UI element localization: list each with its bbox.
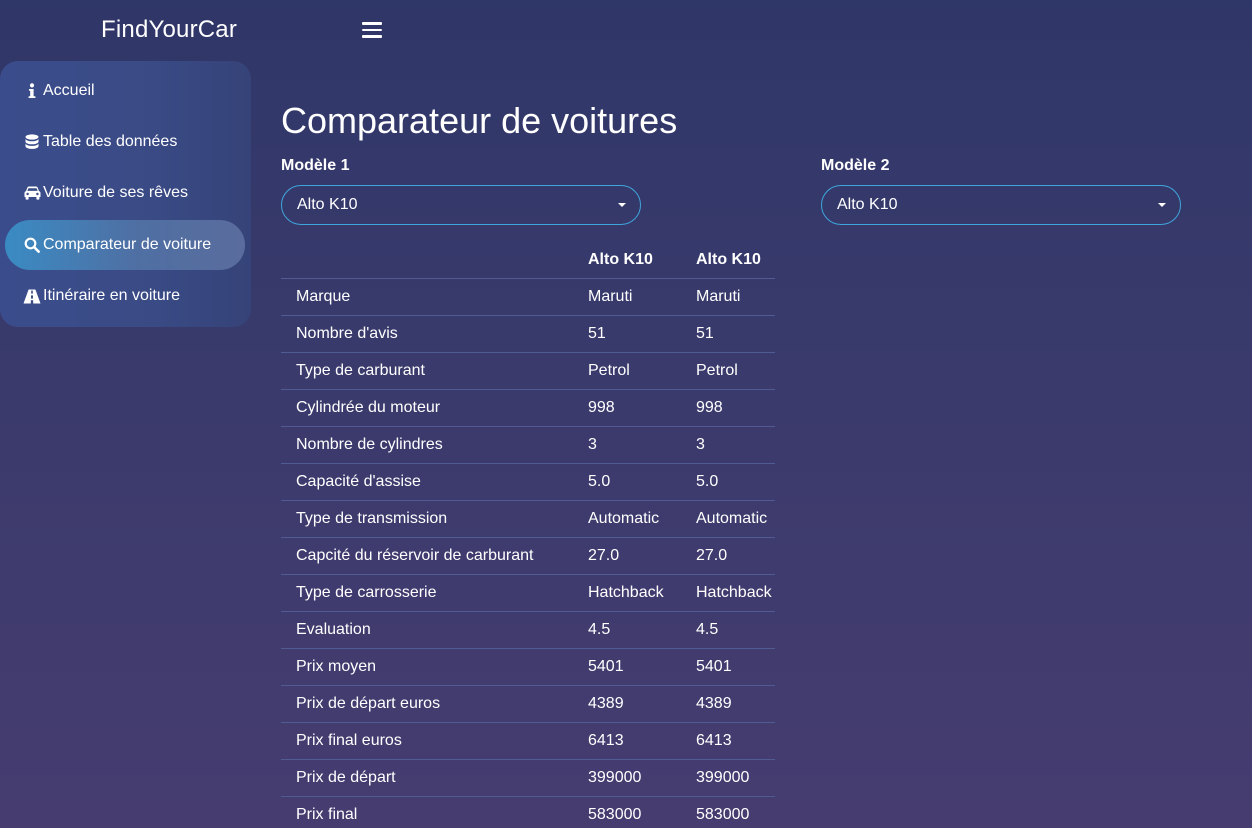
row-value-model-1: 3 xyxy=(588,426,696,464)
database-icon xyxy=(23,133,41,151)
chevron-down-icon xyxy=(618,203,626,207)
row-attribute: Prix final xyxy=(281,796,588,828)
row-value-model-1: Petrol xyxy=(588,352,696,390)
row-attribute: Capcité du réservoir de carburant xyxy=(281,537,588,575)
table-row: Type de carburant Petrol Petrol xyxy=(281,352,775,390)
column-header-model-1: Alto K10 xyxy=(588,242,696,279)
row-value-model-1: Hatchback xyxy=(588,574,696,612)
row-attribute: Cylindrée du moteur xyxy=(281,389,588,427)
top-bar: FindYourCar xyxy=(0,0,1252,60)
table-row: Capcité du réservoir de carburant 27.0 27.… xyxy=(281,537,775,575)
page-title: Comparateur de voitures xyxy=(281,100,678,141)
row-value-model-1: 6413 xyxy=(588,722,696,760)
sidebar-item-itineraire-en-voiture[interactable]: Itinéraire en voiture xyxy=(5,271,245,321)
comparison-table: Alto K10 Alto K10 Marque Maruti Maruti Nom… xyxy=(281,242,775,828)
table-row: Prix de départ euros 4389 4389 xyxy=(281,685,775,723)
row-value-model-1: 5401 xyxy=(588,648,696,686)
table-row: Cylindrée du moteur 998 998 xyxy=(281,389,775,427)
model-1-select-value: Alto K10 xyxy=(297,196,358,213)
row-attribute: Nombre d'avis xyxy=(281,315,588,353)
app-brand[interactable]: FindYourCar xyxy=(101,16,237,44)
row-value-model-2: 583000 xyxy=(696,796,775,828)
row-value-model-2: Petrol xyxy=(696,352,775,390)
row-attribute: Evaluation xyxy=(281,611,588,649)
table-header-row: Alto K10 Alto K10 xyxy=(281,242,775,279)
row-attribute: Type de transmission xyxy=(281,500,588,538)
table-row: Prix moyen 5401 5401 xyxy=(281,648,775,686)
row-value-model-1: 4.5 xyxy=(588,611,696,649)
row-value-model-2: 4.5 xyxy=(696,611,775,649)
row-value-model-1: 399000 xyxy=(588,759,696,797)
row-attribute: Prix de départ euros xyxy=(281,685,588,723)
table-row: Prix de départ 399000 399000 xyxy=(281,759,775,797)
row-value-model-2: 4389 xyxy=(696,685,775,723)
row-value-model-1: 998 xyxy=(588,389,696,427)
row-value-model-2: Maruti xyxy=(696,278,775,316)
table-row: Type de transmission Automatic Automatic xyxy=(281,500,775,538)
row-value-model-2: 51 xyxy=(696,315,775,353)
sidebar-item-label: Table des données xyxy=(43,133,178,150)
row-value-model-2: 5401 xyxy=(696,648,775,686)
row-value-model-2: 399000 xyxy=(696,759,775,797)
model-2-select-value: Alto K10 xyxy=(837,196,898,213)
model-2-label: Modèle 2 xyxy=(821,157,890,174)
sidebar-item-comparateur-de-voiture[interactable]: Comparateur de voiture xyxy=(5,220,245,270)
table-row: Nombre d'avis 51 51 xyxy=(281,315,775,353)
model-1-select[interactable]: Alto K10 xyxy=(281,185,641,225)
sidebar-item-label: Voiture de ses rêves xyxy=(43,184,188,201)
row-value-model-1: 51 xyxy=(588,315,696,353)
menu-toggle-icon[interactable] xyxy=(362,22,382,38)
sidebar-item-table-des-donnees[interactable]: Table des données xyxy=(5,117,245,167)
row-value-model-2: Automatic xyxy=(696,500,775,538)
row-value-model-1: Maruti xyxy=(588,278,696,316)
sidebar-item-accueil[interactable]: Accueil xyxy=(5,66,245,116)
sidebar-item-label: Itinéraire en voiture xyxy=(43,287,180,304)
row-value-model-1: 5.0 xyxy=(588,463,696,501)
row-attribute: Nombre de cylindres xyxy=(281,426,588,464)
table-row: Evaluation 4.5 4.5 xyxy=(281,611,775,649)
row-value-model-2: 998 xyxy=(696,389,775,427)
row-attribute: Prix final euros xyxy=(281,722,588,760)
table-row: Type de carrosserie Hatchback Hatchback xyxy=(281,574,775,612)
sidebar-item-label: Comparateur de voiture xyxy=(43,236,212,253)
table-row: Marque Maruti Maruti xyxy=(281,278,775,316)
car-icon xyxy=(23,184,41,202)
row-value-model-2: 27.0 xyxy=(696,537,775,575)
row-value-model-2: 3 xyxy=(696,426,775,464)
sidebar: Accueil Table des données Voiture de ses… xyxy=(0,61,251,327)
column-header-model-2: Alto K10 xyxy=(696,242,775,279)
model-2-select[interactable]: Alto K10 xyxy=(821,185,1181,225)
row-attribute: Type de carburant xyxy=(281,352,588,390)
row-attribute: Capacité d'assise xyxy=(281,463,588,501)
row-attribute: Prix de départ xyxy=(281,759,588,797)
row-attribute: Prix moyen xyxy=(281,648,588,686)
table-row: Capacité d'assise 5.0 5.0 xyxy=(281,463,775,501)
search-icon xyxy=(23,236,41,254)
road-icon xyxy=(23,287,41,305)
table-row: Prix final euros 6413 6413 xyxy=(281,722,775,760)
row-value-model-1: 27.0 xyxy=(588,537,696,575)
sidebar-item-label: Accueil xyxy=(43,82,95,99)
row-value-model-1: Automatic xyxy=(588,500,696,538)
sidebar-item-voiture-de-ses-reves[interactable]: Voiture de ses rêves xyxy=(5,168,245,218)
row-value-model-1: 4389 xyxy=(588,685,696,723)
model-1-label: Modèle 1 xyxy=(281,157,350,174)
chevron-down-icon xyxy=(1158,203,1166,207)
row-attribute: Marque xyxy=(281,278,588,316)
row-value-model-2: 6413 xyxy=(696,722,775,760)
table-row: Prix final 583000 583000 xyxy=(281,796,775,828)
row-value-model-2: Hatchback xyxy=(696,574,775,612)
row-value-model-2: 5.0 xyxy=(696,463,775,501)
row-value-model-1: 583000 xyxy=(588,796,696,828)
table-row: Nombre de cylindres 3 3 xyxy=(281,426,775,464)
column-header-attribute xyxy=(281,242,588,279)
row-attribute: Type de carrosserie xyxy=(281,574,588,612)
info-icon xyxy=(23,82,41,100)
